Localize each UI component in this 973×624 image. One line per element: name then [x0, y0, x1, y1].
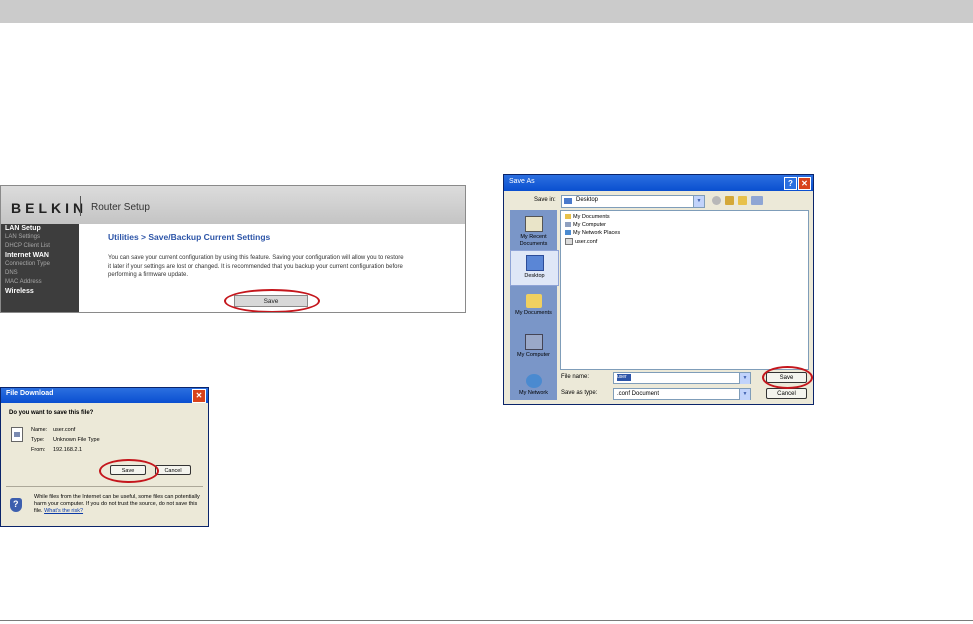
file-download-dialog: File Download ✕ Do you want to save this…: [0, 387, 209, 527]
list-item[interactable]: user.conf: [565, 238, 597, 245]
router-sidebar: LAN Setup LAN Settings DHCP Client List …: [1, 224, 79, 312]
save-as-type-dropdown[interactable]: .conf Document ▼: [613, 388, 751, 400]
my-documents-icon: [525, 294, 542, 308]
place-desktop[interactable]: Desktop: [510, 250, 559, 286]
file-icon: [11, 427, 23, 442]
my-computer-icon: [524, 334, 543, 350]
chevron-down-icon[interactable]: ▼: [739, 373, 750, 384]
desktop-icon: [525, 255, 544, 271]
save-as-type-value: .conf Document: [617, 391, 660, 397]
download-save-button[interactable]: Save: [110, 465, 146, 475]
chevron-down-icon[interactable]: ▼: [693, 196, 704, 207]
desktop-folder-icon: [564, 198, 572, 204]
file-label: user.conf: [575, 238, 598, 245]
place-my-computer[interactable]: My Computer: [510, 334, 557, 359]
place-recent-documents[interactable]: My Recent Documents: [510, 216, 557, 248]
list-item[interactable]: My Documents: [565, 214, 610, 220]
save-question: Do you want to save this file?: [9, 410, 94, 416]
network-icon: [565, 230, 571, 236]
up-folder-icon[interactable]: [725, 196, 734, 205]
type-value: Unknown File Type: [53, 437, 100, 443]
file-icon: [565, 238, 573, 245]
back-icon[interactable]: [712, 196, 721, 205]
bottom-rule: [0, 620, 973, 621]
security-warning: While files from the Internet can be use…: [34, 494, 204, 515]
close-icon[interactable]: ✕: [192, 389, 206, 403]
save-as-title: Save As: [509, 178, 535, 185]
page-description: You can save your current configuration …: [108, 255, 404, 278]
place-label: My Network: [518, 390, 549, 396]
place-my-documents[interactable]: My Documents: [510, 294, 557, 317]
nav-mac-address[interactable]: MAC Address: [1, 278, 79, 287]
nav-dhcp-client-list[interactable]: DHCP Client List: [1, 242, 79, 251]
folder-icon: [565, 214, 571, 220]
top-gray-bar: [0, 0, 973, 23]
file-name-label: File name:: [561, 374, 590, 380]
place-label: My Computer: [516, 352, 550, 358]
nav-lan-settings[interactable]: LAN Settings: [1, 233, 79, 242]
router-title: Router Setup: [91, 202, 150, 213]
chevron-down-icon[interactable]: ▼: [739, 389, 750, 400]
file-list: My Documents My Computer My Network Plac…: [560, 210, 809, 370]
save-as-type-label: Save as type:: [561, 390, 598, 396]
page-heading: Utilities > Save/Backup Current Settings: [108, 232, 271, 242]
computer-icon: [565, 222, 571, 228]
from-value: 192.168.2.1: [53, 447, 83, 453]
place-label: My Documents: [515, 310, 552, 316]
from-label: From:: [31, 447, 46, 453]
shield-icon: [10, 498, 22, 512]
router-header: BELKIN Router Setup: [1, 186, 465, 224]
whats-the-risk-link[interactable]: What's the risk?: [44, 508, 83, 514]
dialog-separator: [6, 486, 203, 487]
save-in-label: Save in:: [534, 197, 556, 203]
help-icon[interactable]: ?: [784, 177, 797, 190]
file-name-field[interactable]: user ▼: [613, 372, 751, 384]
download-cancel-button[interactable]: Cancel: [155, 465, 191, 475]
place-label: Desktop: [524, 273, 545, 279]
list-item[interactable]: My Computer: [565, 222, 606, 228]
file-name-value: user: [617, 373, 631, 381]
nav-connection-type[interactable]: Connection Type: [1, 260, 79, 269]
file-label: My Network Places: [573, 230, 621, 236]
close-icon[interactable]: ✕: [798, 177, 811, 190]
nav-lan-setup: LAN Setup: [5, 225, 41, 232]
save-as-titlebar: Save As ? ✕: [504, 175, 813, 191]
file-download-titlebar: File Download ✕: [1, 388, 208, 403]
file-label: My Documents: [573, 214, 610, 220]
save-as-save-button[interactable]: Save: [766, 372, 807, 383]
views-menu-icon[interactable]: [751, 196, 763, 205]
save-in-value: Desktop: [576, 197, 599, 203]
nav-internet-wan: Internet WAN: [5, 252, 49, 259]
nav-wireless: Wireless: [5, 288, 34, 295]
list-item[interactable]: My Network Places: [565, 230, 620, 236]
router-setup-panel: BELKIN Router Setup LAN Setup LAN Settin…: [0, 185, 466, 313]
save-as-cancel-button[interactable]: Cancel: [766, 388, 807, 399]
places-bar: My Recent Documents Desktop My Documents…: [510, 210, 559, 400]
name-label: Name:: [31, 427, 48, 433]
belkin-logo: BELKIN: [11, 200, 88, 216]
save-as-dialog: Save As ? ✕ Save in: Desktop ▼ My Recent…: [503, 174, 814, 405]
nav-dns[interactable]: DNS: [1, 269, 79, 278]
new-folder-icon[interactable]: [738, 196, 747, 205]
my-network-icon: [525, 374, 542, 388]
router-save-button[interactable]: Save: [234, 295, 308, 307]
save-in-dropdown[interactable]: Desktop ▼: [561, 195, 705, 208]
place-label: My Recent Documents: [519, 234, 548, 247]
recent-documents-icon: [524, 216, 543, 232]
place-my-network[interactable]: My Network: [510, 374, 557, 397]
type-label: Type:: [31, 437, 45, 443]
name-value: user.conf: [53, 427, 76, 433]
header-divider: [80, 196, 81, 216]
file-label: My Computer: [573, 222, 607, 228]
file-download-title: File Download: [6, 390, 54, 397]
